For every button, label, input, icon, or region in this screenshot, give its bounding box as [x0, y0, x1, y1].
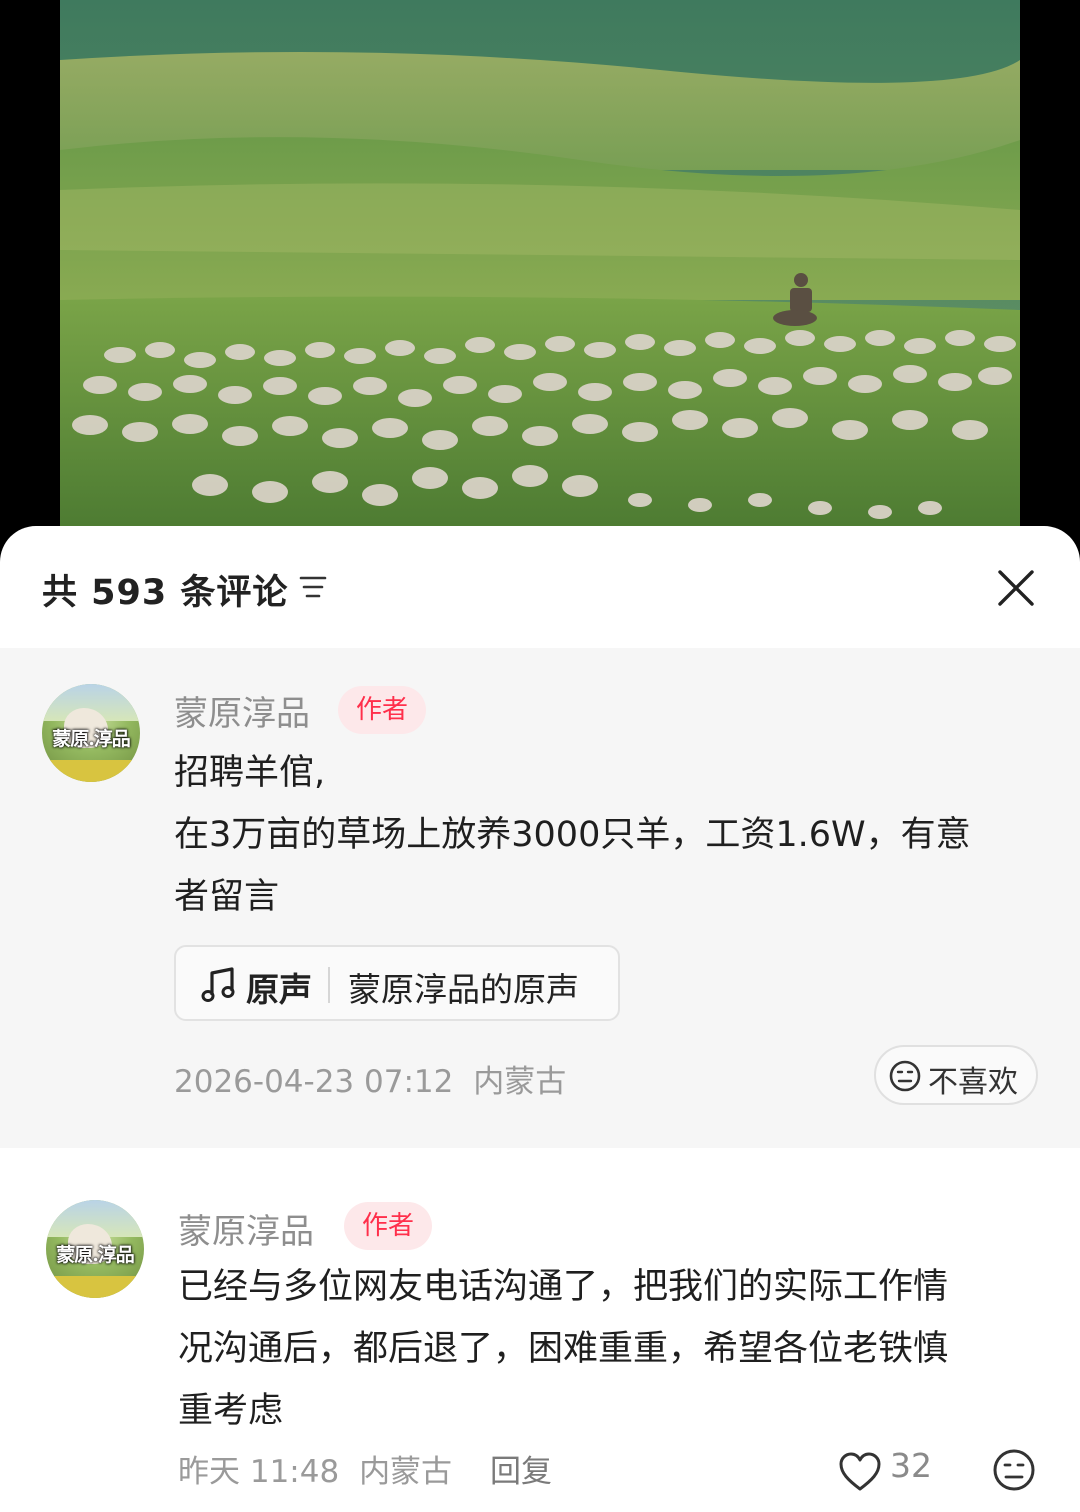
grassland-scene: [60, 0, 1020, 530]
timestamp: 2026-04-23 07:12: [174, 1064, 454, 1100]
reply-button[interactable]: 回复: [490, 1446, 552, 1491]
author-badge: 作者: [344, 1202, 433, 1250]
original-sound-chip[interactable]: 原声 蒙原淳品的原声: [174, 945, 620, 1021]
avatar-field: [46, 1276, 144, 1298]
comment-text: 已经与多位网友电话沟通了，把我们的实际工作情 况沟通后，都后退了，困难重重，希望…: [178, 1256, 1038, 1442]
video-frame[interactable]: [60, 0, 1020, 530]
music-note-icon: [201, 967, 235, 1002]
neutral-face-icon: [889, 1060, 921, 1092]
comment-line: 重考虑: [178, 1391, 284, 1431]
sheet-header: 共 593 条评论: [0, 526, 1080, 648]
heart-icon[interactable]: [838, 1452, 882, 1492]
sort-icon[interactable]: [298, 572, 328, 602]
location: 内蒙古: [473, 1064, 567, 1100]
author-name[interactable]: 蒙原淳品: [174, 686, 310, 735]
dislike-button[interactable]: 不喜欢: [874, 1045, 1038, 1105]
comment-line: 招聘羊倌,: [174, 753, 326, 793]
neutral-face-icon[interactable]: [992, 1448, 1036, 1492]
avatar[interactable]: 蒙原.淳品: [42, 684, 140, 782]
avatar-text: 蒙原.淳品: [52, 728, 131, 750]
comment-line: 况沟通后，都后退了，困难重重，希望各位老铁慎: [178, 1329, 949, 1369]
comment-meta: 2026-04-23 07:12 内蒙古: [174, 1056, 566, 1101]
sound-name: 蒙原淳品的原声: [348, 970, 579, 1009]
comment-line: 已经与多位网友电话沟通了，把我们的实际工作情: [178, 1267, 949, 1307]
timestamp: 昨天 11:48: [178, 1454, 340, 1490]
avatar-field: [42, 760, 140, 782]
sound-label: 原声: [246, 970, 312, 1009]
comment-item: 蒙原.淳品 蒙原淳品 作者 已经与多位网友电话沟通了，把我们的实际工作情 况沟通…: [0, 1148, 1080, 1512]
comment-count: 共 593 条评论: [42, 573, 289, 613]
comment-meta: 昨天 11:48 内蒙古: [178, 1446, 452, 1491]
like-count: 32: [890, 1446, 932, 1485]
author-name[interactable]: 蒙原淳品: [178, 1204, 314, 1253]
comment-line: 在3万亩的草场上放养3000只羊，工资1.6W，有意: [174, 815, 971, 855]
dislike-label: 不喜欢: [928, 1065, 1018, 1100]
comment-text: 招聘羊倌, 在3万亩的草场上放养3000只羊，工资1.6W，有意 者留言: [174, 742, 1054, 928]
comment-sheet: 共 593 条评论 蒙原.淳品 蒙原淳品 作者 招聘羊倌, 在3万亩的草场上放养…: [0, 526, 1080, 1512]
chip-divider: [328, 967, 330, 1003]
avatar[interactable]: 蒙原.淳品: [46, 1200, 144, 1298]
avatar-text: 蒙原.淳品: [56, 1244, 135, 1266]
pinned-comment: 蒙原.淳品 蒙原淳品 作者 招聘羊倌, 在3万亩的草场上放养3000只羊，工资1…: [0, 648, 1080, 1148]
close-icon[interactable]: [996, 568, 1036, 608]
author-badge: 作者: [338, 686, 427, 734]
location: 内蒙古: [359, 1454, 453, 1490]
comment-line: 者留言: [174, 877, 280, 917]
video-player[interactable]: [0, 0, 1080, 540]
